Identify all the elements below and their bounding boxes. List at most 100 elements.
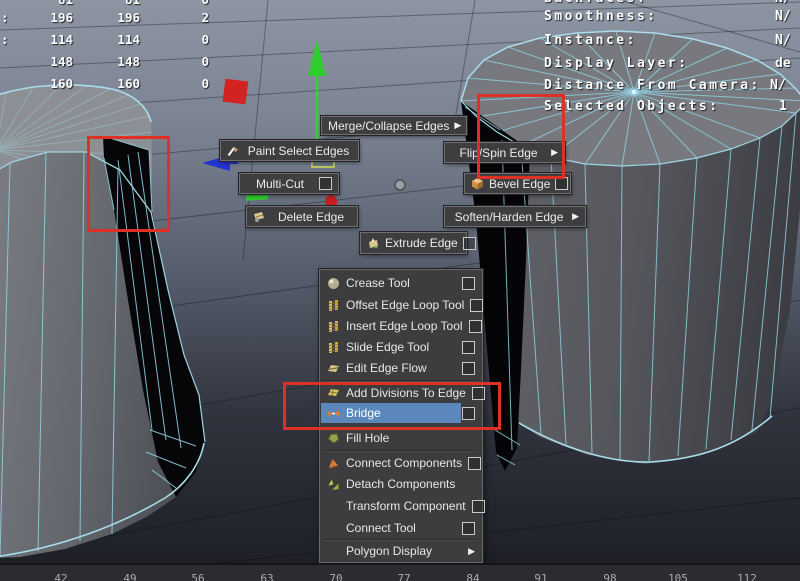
paint-brush-icon [227,144,240,157]
marking-item-delete-edge[interactable]: Delete Edge [246,206,358,227]
connect-tool-options-checkbox[interactable] [462,522,475,535]
extrude-edge-options-checkbox[interactable] [463,237,476,250]
menu-item-label: Polygon Display [346,544,462,558]
timeline-frame-number: 84 [466,572,479,581]
menu-item-crease-tool[interactable]: Crease Tool [321,273,481,293]
hud-count-cell: 160 [20,76,73,91]
connect-components-icon [327,457,340,470]
menu-item-label: Edit Edge Flow [346,361,456,375]
timeline-frame-number: 49 [123,572,136,581]
menu-item-detach-components[interactable]: Detach Components [321,474,481,494]
menu-item-transform-component[interactable]: Transform Component [321,496,481,516]
menu-item-label: Offset Edge Loop Tool [346,298,464,312]
fill-hole-icon [327,432,340,445]
connect-components-options-checkbox[interactable] [468,457,481,470]
hud-detail-value: de [775,56,791,71]
maya-viewport-screenshot: 81810:1961962:114114014814801601600 Back… [0,0,800,581]
hud-detail-value: N/ [775,33,791,48]
hud-count-cell: 0 [160,54,209,69]
marking-item-label: Multi-Cut [246,177,314,191]
menu-item-connect-tool[interactable]: Connect Tool [321,518,481,538]
hud-detail-label: Backfaces: [544,0,647,6]
hud-detail-value: N/ [775,0,791,6]
hud-detail-value: N/ [775,9,791,24]
hud-detail-value: 1 [779,99,787,114]
time-slider[interactable]: 424956637077849198105112 [0,563,800,581]
marking-item-label: Merge/Collapse Edges [328,119,449,133]
marking-item-label: Paint Select Edges [245,144,352,158]
multi-cut-options-checkbox[interactable] [319,177,332,190]
marking-item-merge-collapse-edges[interactable]: Merge/Collapse Edges ▶ [321,116,467,135]
hud-detail-label: Distance From Camera: [544,78,761,93]
hud-count-cell: 81 [90,0,140,7]
menu-item-polygon-display[interactable]: Polygon Display▶ [321,541,481,561]
menu-item-label: Slide Edge Tool [346,340,456,354]
timeline-frame-number: 91 [534,572,547,581]
extrude-edge-icon [367,237,380,250]
edge-loop-icon [327,341,340,354]
hud-count-cell: 0 [160,0,209,7]
edge-loop-icon [327,320,340,333]
menu-item-edit-edge-flow[interactable]: Edit Edge Flow [321,358,481,378]
marking-item-soften-harden-edge[interactable]: Soften/Harden Edge▶ [444,206,586,227]
edge-flow-icon [327,362,340,375]
hud-count-cell: : [1,32,9,47]
marking-menu-center[interactable] [395,180,405,190]
edge-loop-icon [327,299,340,312]
submenu-arrow-icon: ▶ [572,212,579,221]
marking-item-extrude-edge[interactable]: Extrude Edge [360,232,467,254]
menu-item-label: Detach Components [346,477,475,491]
hud-count-cell: 196 [20,10,73,25]
hud-count-cell: 0 [160,32,209,47]
menu-item-label: Fill Hole [346,431,475,445]
hud-detail-value: N/ [770,78,786,93]
menu-separator [324,539,478,540]
marking-item-paint-select-edges[interactable]: Paint Select Edges [220,140,359,161]
menu-separator [324,380,478,381]
hud-count-cell: 196 [90,10,140,25]
marking-item-label: Delete Edge [271,210,351,224]
hud-detail-label: Smoothness: [544,9,658,24]
annotation-box-left-cylinder [87,136,170,232]
insert-edge-loop-tool-options-checkbox[interactable] [469,320,482,333]
timeline-frame-number: 70 [329,572,342,581]
hud-count-cell: 148 [90,54,140,69]
timeline-frame-number: 56 [191,572,204,581]
menu-item-label: Transform Component [346,499,466,513]
menu-item-offset-edge-loop-tool[interactable]: Offset Edge Loop Tool [321,295,481,315]
menu-item-fill-hole[interactable]: Fill Hole [321,428,481,448]
hud-count-cell: 114 [20,32,73,47]
submenu-arrow-icon: ▶ [454,121,461,130]
menu-item-label: Insert Edge Loop Tool [346,319,463,333]
menu-separator [324,450,478,451]
timeline-frame-number: 105 [668,572,688,581]
slide-edge-tool-options-checkbox[interactable] [462,341,475,354]
hud-detail-label: Instance: [544,33,637,48]
offset-edge-loop-tool-options-checkbox[interactable] [470,299,483,312]
hud-detail-label: Selected Objects: [544,99,720,114]
annotation-box-bridge [283,382,501,430]
marking-item-multi-cut[interactable]: Multi-Cut [239,173,339,194]
marking-item-label: Extrude Edge [385,236,458,250]
menu-item-label: Connect Components [346,456,462,470]
crease-tool-options-checkbox[interactable] [462,277,475,290]
hud-count-cell: 114 [90,32,140,47]
menu-item-connect-components[interactable]: Connect Components [321,453,481,473]
transform-component-options-checkbox[interactable] [472,500,485,513]
menu-item-slide-edge-tool[interactable]: Slide Edge Tool [321,337,481,357]
detach-components-icon [327,478,340,491]
hud-count-cell: : [1,10,9,25]
edit-edge-flow-options-checkbox[interactable] [462,362,475,375]
timeline-frame-number: 112 [737,572,757,581]
delete-edge-icon [253,210,266,223]
timeline-frame-number: 77 [397,572,410,581]
hud-count-cell: 160 [90,76,140,91]
hud-count-cell: 81 [20,0,73,7]
menu-item-insert-edge-loop-tool[interactable]: Insert Edge Loop Tool [321,316,481,336]
crease-sphere-icon [327,277,340,290]
hud-detail-label: Display Layer: [544,56,689,71]
plane-handle-red-square[interactable] [223,79,249,105]
hud-count-cell: 2 [160,10,209,25]
timeline-frame-number: 63 [260,572,273,581]
annotation-box-flip-spin [477,94,565,179]
